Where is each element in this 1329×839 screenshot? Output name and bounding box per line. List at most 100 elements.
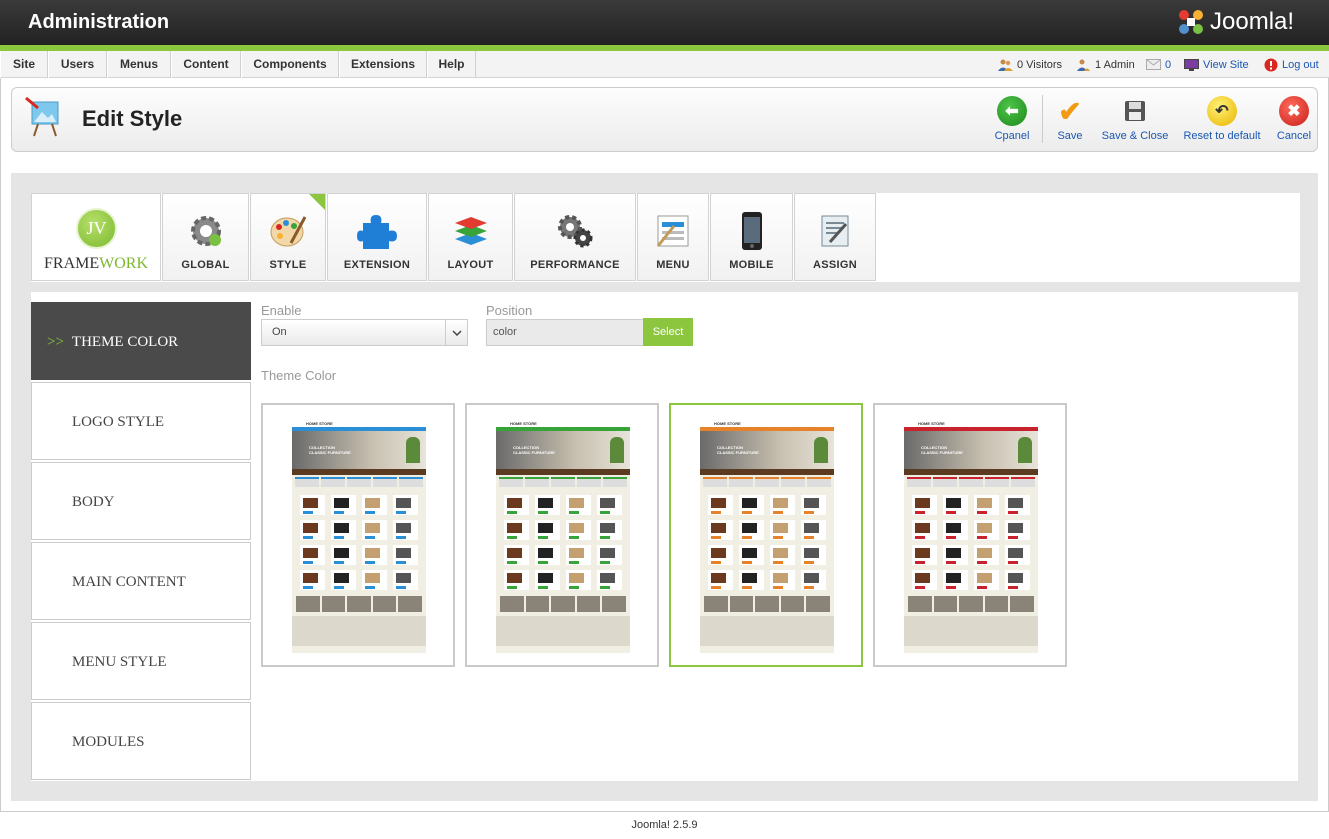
thumb-store-name: HOME STORE <box>918 420 945 426</box>
menu-extensions[interactable]: Extensions <box>339 51 427 78</box>
save-button[interactable]: ✔ Save <box>1054 96 1086 146</box>
sidebar-item-main-content[interactable]: MAIN CONTENT <box>31 542 251 620</box>
tab-menu-label: MENU <box>656 259 690 271</box>
thumb-headline-text: CLASSIC FURNITURE <box>513 450 555 455</box>
edit-style-icon <box>25 96 59 137</box>
thumb-store-name: HOME STORE <box>510 420 537 426</box>
save-close-button[interactable]: Save & Close <box>1100 96 1170 146</box>
position-input[interactable]: color <box>486 319 644 346</box>
tab-extension-label: EXTENSION <box>343 259 411 271</box>
enable-selected-value: On <box>272 326 287 338</box>
sidebar-item-body[interactable]: BODY <box>31 462 251 540</box>
gear-icon <box>186 211 226 251</box>
tab-performance[interactable]: PERFORMANCE <box>514 193 636 281</box>
tab-mobile-label: MOBILE <box>729 259 774 271</box>
theme-preview-thumbnail: HOME STORE COLLECTION CLASSIC FURNITURE <box>904 419 1038 653</box>
visitors-count: 0 Visitors <box>1017 58 1063 71</box>
jv-badge: JV <box>76 208 117 249</box>
tab-global-label: GLOBAL <box>181 259 230 271</box>
cpanel-icon: ⬅ <box>997 96 1027 126</box>
tab-layout-label: LAYOUT <box>447 259 494 271</box>
theme-color-label: Theme Color <box>261 368 337 383</box>
thumb-store-name: HOME STORE <box>714 420 741 426</box>
messages-status[interactable]: 0 <box>1146 51 1171 78</box>
admin-title: Administration <box>28 11 170 33</box>
theme-swatch-orange[interactable]: HOME STORE COLLECTION CLASSIC FURNITURE <box>669 403 863 667</box>
user-icon <box>1077 59 1090 71</box>
joomla-logo-icon <box>1179 10 1203 34</box>
cpanel-button[interactable]: ⬅ Cpanel <box>993 96 1031 146</box>
reset-arrow-icon: ↶ <box>1207 96 1237 126</box>
theme-swatch-green[interactable]: HOME STORE COLLECTION CLASSIC FURNITURE <box>465 403 659 667</box>
position-label: Position <box>486 303 533 318</box>
messages-count: 0 <box>1165 58 1172 71</box>
joomla-wordmark: Joomla! <box>1210 8 1295 35</box>
joomla-logo[interactable]: Joomla! <box>1176 7 1294 37</box>
menu-content[interactable]: Content <box>171 51 241 78</box>
theme-preview-thumbnail: HOME STORE COLLECTION CLASSIC FURNITURE <box>496 419 630 653</box>
tab-performance-label: PERFORMANCE <box>530 259 620 271</box>
sidebar-item-logo-style[interactable]: LOGO STYLE <box>31 382 251 460</box>
tab-layout[interactable]: LAYOUT <box>428 193 513 281</box>
enable-select[interactable]: On <box>261 319 468 346</box>
sidebar-item-theme-color[interactable]: >> THEME COLOR <box>31 302 251 380</box>
tab-extension[interactable]: EXTENSION <box>327 193 427 281</box>
logout-icon <box>1264 58 1278 71</box>
sidebar-item-menu-style[interactable]: MENU STYLE <box>31 622 251 700</box>
position-select-button[interactable]: Select <box>643 318 693 346</box>
menu-users[interactable]: Users <box>48 51 107 78</box>
document-pen-icon <box>815 211 855 251</box>
view-site-link[interactable]: View Site <box>1184 51 1249 78</box>
enable-label: Enable <box>261 303 302 318</box>
save-close-label: Save & Close <box>1101 130 1169 142</box>
floppy-disk-icon <box>1120 96 1150 126</box>
tab-menu[interactable]: MENU <box>637 193 709 281</box>
thumb-headline-text: CLASSIC FURNITURE <box>309 450 351 455</box>
menu-site[interactable]: Site <box>0 51 48 78</box>
menu-components[interactable]: Components <box>241 51 339 78</box>
tab-style-label: STYLE <box>269 259 307 271</box>
visitors-status: 0 Visitors <box>998 51 1062 78</box>
thumb-store-name: HOME STORE <box>306 420 333 426</box>
theme-preview-thumbnail: HOME STORE COLLECTION CLASSIC FURNITURE <box>700 419 834 653</box>
main-menubar: Site Users Menus Content Components Exte… <box>0 51 1329 78</box>
menu-edit-icon <box>653 211 693 251</box>
tab-mobile[interactable]: MOBILE <box>710 193 793 281</box>
sidebar-item-modules[interactable]: MODULES <box>31 702 251 780</box>
theme-preview-thumbnail: HOME STORE COLLECTION CLASSIC FURNITURE <box>292 419 426 653</box>
view-site-label: View Site <box>1203 58 1249 71</box>
thumb-headline-text: CLASSIC FURNITURE <box>921 450 963 455</box>
framework-name-part2: WORK <box>99 255 149 272</box>
cancel-button[interactable]: ✖ Cancel <box>1276 96 1312 146</box>
menu-menus[interactable]: Menus <box>107 51 171 78</box>
thumb-headline-text: CLASSIC FURNITURE <box>717 450 759 455</box>
chevron-down-icon <box>445 320 467 345</box>
logout-link[interactable]: Log out <box>1264 51 1319 78</box>
menu-help[interactable]: Help <box>427 51 476 78</box>
theme-swatch-red[interactable]: HOME STORE COLLECTION CLASSIC FURNITURE <box>873 403 1067 667</box>
puzzle-piece-icon <box>357 211 397 251</box>
page-title: Edit Style <box>82 106 183 131</box>
theme-swatch-blue[interactable]: HOME STORE COLLECTION CLASSIC FURNITURE <box>261 403 455 667</box>
tab-global[interactable]: GLOBAL <box>162 193 249 281</box>
admins-status: 1 Admin <box>1076 51 1135 78</box>
reset-default-button[interactable]: ↶ Reset to default <box>1182 96 1262 146</box>
tab-assign[interactable]: ASSIGN <box>794 193 876 281</box>
monitor-icon <box>1184 58 1199 71</box>
active-arrows: >> <box>47 334 64 350</box>
cancel-label: Cancel <box>1276 130 1312 142</box>
admin-header <box>0 0 1329 45</box>
framework-name: FRAMEWORK <box>44 255 148 273</box>
tab-style[interactable]: STYLE <box>250 193 326 281</box>
paint-palette-icon <box>268 211 308 251</box>
footer-version: Joomla! 2.5.9 <box>631 819 698 831</box>
active-tab-corner <box>309 194 325 210</box>
jv-framework-logo: JV FRAMEWORK <box>31 193 161 281</box>
layers-icon <box>451 211 491 251</box>
users-icon <box>998 59 1013 71</box>
sidebar-item-label: THEME COLOR <box>71 334 179 350</box>
cpanel-label: Cpanel <box>994 130 1030 142</box>
toolbar-separator <box>1042 95 1043 143</box>
checkmark-icon: ✔ <box>1058 95 1082 127</box>
close-icon: ✖ <box>1279 96 1309 126</box>
